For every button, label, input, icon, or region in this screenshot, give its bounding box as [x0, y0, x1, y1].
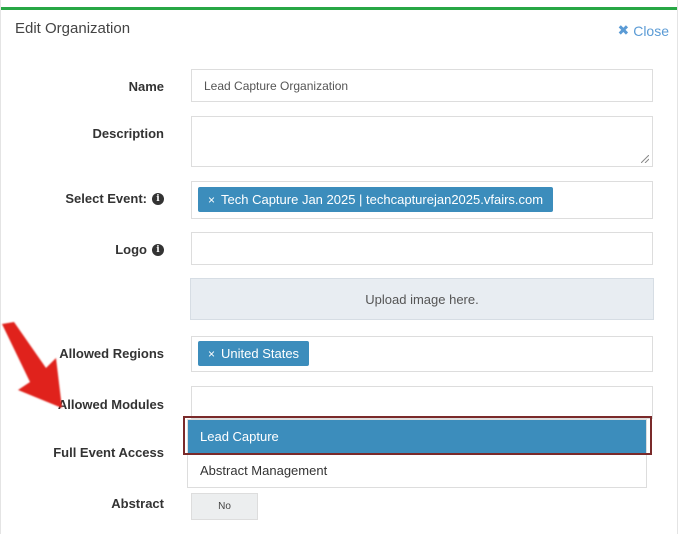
edit-organization-modal: Edit Organization ✖ Close Name Descripti…: [0, 0, 678, 534]
name-field[interactable]: [191, 69, 653, 102]
logo-field[interactable]: [191, 232, 653, 265]
allowed-regions-field[interactable]: × United States: [191, 336, 653, 372]
upload-dropzone[interactable]: Upload image here.: [190, 278, 654, 320]
region-tag-label: United States: [221, 346, 300, 361]
select-event-label: Select Event: i: [65, 191, 164, 206]
name-label-text: Name: [128, 79, 164, 94]
logo-label-text: Logo: [115, 242, 147, 257]
abstract-label: Abstract: [111, 496, 164, 511]
modal-top-accent: [1, 7, 677, 10]
allowed-modules-label: Allowed Modules: [58, 397, 164, 412]
allowed-regions-label-text: Allowed Regions: [59, 346, 164, 361]
modal-title: Edit Organization: [15, 20, 131, 37]
modules-dropdown: Lead Capture Abstract Management: [187, 419, 647, 488]
description-field[interactable]: [191, 116, 653, 167]
name-label: Name: [129, 79, 164, 94]
name-input[interactable]: [192, 70, 652, 101]
dropdown-option-lead-capture[interactable]: Lead Capture: [188, 420, 646, 454]
tag-remove-icon[interactable]: ×: [208, 193, 215, 207]
description-label: Description: [92, 126, 164, 141]
allowed-modules-label-text: Allowed Modules: [57, 397, 164, 412]
description-label-text: Description: [92, 126, 164, 141]
allowed-modules-field[interactable]: [191, 386, 653, 419]
resize-grip-icon[interactable]: [641, 155, 649, 163]
dropdown-option-abstract-management[interactable]: Abstract Management: [188, 454, 646, 488]
close-button[interactable]: ✖ Close: [617, 22, 669, 39]
allowed-regions-label: Allowed Regions: [59, 346, 164, 361]
abstract-toggle[interactable]: No: [191, 493, 258, 520]
tag-remove-icon[interactable]: ×: [208, 347, 215, 361]
annotation-arrow-icon: [2, 322, 62, 408]
close-label: Close: [633, 22, 669, 39]
abstract-label-text: Abstract: [111, 496, 164, 511]
logo-label: Logo i: [115, 242, 164, 257]
full-event-access-label-text: Full Event Access: [53, 445, 164, 460]
event-tag-label: Tech Capture Jan 2025 | techcapturejan20…: [221, 192, 544, 207]
info-icon: i: [152, 192, 164, 205]
region-tag: × United States: [198, 341, 310, 366]
allowed-modules-search-input[interactable]: [192, 387, 652, 418]
close-icon: ✖: [617, 22, 630, 38]
select-event-label-text: Select Event:: [65, 191, 147, 206]
info-icon: i: [152, 243, 164, 256]
select-event-field[interactable]: × Tech Capture Jan 2025 | techcapturejan…: [191, 181, 653, 219]
event-tag: × Tech Capture Jan 2025 | techcapturejan…: [198, 187, 554, 212]
full-event-access-label: Full Event Access: [53, 445, 164, 460]
